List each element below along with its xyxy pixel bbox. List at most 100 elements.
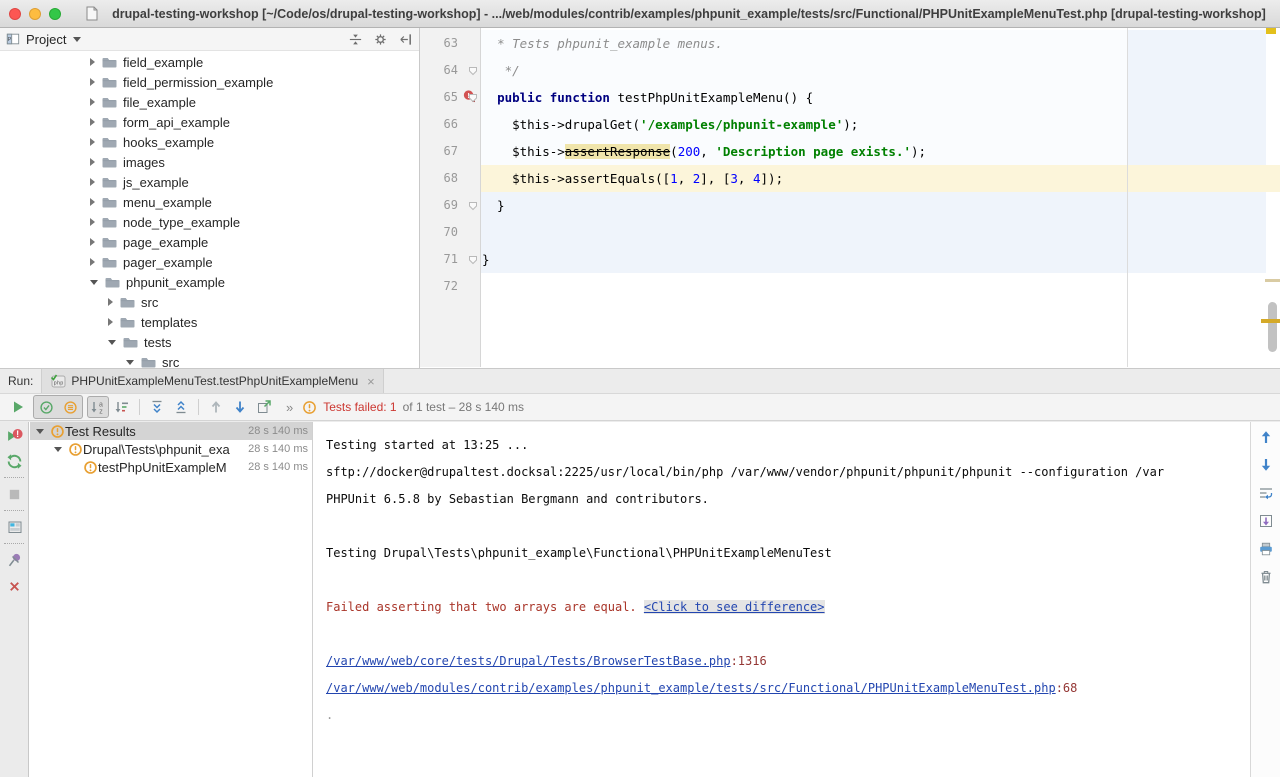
show-ignored-button[interactable] <box>59 396 81 418</box>
sort-alpha-button[interactable]: az <box>87 396 109 418</box>
console-line: . <box>326 702 1250 729</box>
console-link[interactable]: /var/www/web/core/tests/Drupal/Tests/Bro… <box>326 654 731 668</box>
clear-all-button[interactable] <box>1251 564 1280 590</box>
project-tree-item-tests[interactable]: tests <box>0 332 419 352</box>
chevron-down-icon[interactable] <box>126 360 134 365</box>
project-tree-item-field_permission_example[interactable]: field_permission_example <box>0 72 419 92</box>
error-stripe-file-status[interactable] <box>1266 28 1276 34</box>
scroll-end-button[interactable] <box>1251 508 1280 534</box>
project-tree-item-form_api_example[interactable]: form_api_example <box>0 112 419 132</box>
zoom-window-button[interactable] <box>49 8 61 20</box>
sort-duration-button[interactable] <box>111 396 133 418</box>
arrow-down-button[interactable] <box>1251 452 1280 478</box>
chevron-down-icon[interactable] <box>54 447 62 452</box>
close-window-button[interactable] <box>9 8 21 20</box>
fold-marker-icon[interactable] <box>468 66 478 76</box>
stop-button[interactable] <box>0 481 29 507</box>
project-tree-item-src[interactable]: src <box>0 292 419 312</box>
hide-panel-icon[interactable] <box>398 32 413 47</box>
chevron-right-icon[interactable] <box>90 178 95 186</box>
project-tree-item-node_type_example[interactable]: node_type_example <box>0 212 419 232</box>
import-results-button[interactable] <box>253 396 275 418</box>
code-editor[interactable]: * Tests phpunit_example menus. */ public… <box>420 28 1280 367</box>
test-tree-row[interactable]: Drupal\Tests\phpunit_exa28 s 140 ms <box>30 440 312 458</box>
chevron-right-icon[interactable] <box>108 298 113 306</box>
rerun-button[interactable] <box>7 396 29 418</box>
chevron-right-icon[interactable] <box>90 118 95 126</box>
chevron-right-icon[interactable] <box>90 198 95 206</box>
editor-scrollbar-thumb[interactable] <box>1268 302 1277 352</box>
code-line-72[interactable] <box>482 273 1280 300</box>
autotest-button[interactable] <box>0 448 29 474</box>
project-tree-item-file_example[interactable]: file_example <box>0 92 419 112</box>
project-tree-item-templates[interactable]: templates <box>0 312 419 332</box>
collapse-all-button[interactable] <box>170 396 192 418</box>
chevron-right-icon[interactable] <box>90 258 95 266</box>
scroll-from-source-icon[interactable] <box>348 32 363 47</box>
project-tree-item-page_example[interactable]: page_example <box>0 232 419 252</box>
chevron-down-icon[interactable] <box>108 340 116 345</box>
chevron-right-icon[interactable] <box>90 218 95 226</box>
run-tab[interactable]: php PHPUnitExampleMenuTest.testPhpUnitEx… <box>41 369 383 393</box>
project-tree-item-js_example[interactable]: js_example <box>0 172 419 192</box>
rerun-failed-button[interactable]: ! <box>0 422 29 448</box>
code-line-67[interactable]: $this->assertResponse(200, 'Description … <box>482 138 1280 165</box>
arrow-up-button[interactable] <box>1251 424 1280 450</box>
minimize-window-button[interactable] <box>29 8 41 20</box>
test-tree-row[interactable]: testPhpUnitExampleM28 s 140 ms <box>30 458 312 476</box>
project-tree-item-pager_example[interactable]: pager_example <box>0 252 419 272</box>
project-tree-item-phpunit_example[interactable]: phpunit_example <box>0 272 419 292</box>
project-tree-item-images[interactable]: images <box>0 152 419 172</box>
code-line-68[interactable]: $this->assertEquals([1, 2], [3, 4]); <box>482 165 1280 192</box>
project-tree-item-field_example[interactable]: field_example <box>0 52 419 72</box>
chevron-right-icon[interactable] <box>90 158 95 166</box>
code-line-69[interactable]: } <box>482 192 1280 219</box>
code-segment: , <box>700 144 715 159</box>
project-tree-item-hooks_example[interactable]: hooks_example <box>0 132 419 152</box>
code-line-66[interactable]: $this->drupalGet('/examples/phpunit-exam… <box>482 111 1280 138</box>
chevron-right-icon[interactable] <box>90 78 95 86</box>
close-red-button[interactable] <box>0 573 29 599</box>
show-passed-button[interactable] <box>35 396 57 418</box>
error-stripe-mark[interactable] <box>1265 279 1280 282</box>
code-line-63[interactable]: * Tests phpunit_example menus. <box>482 30 1280 57</box>
toolbar-overflow-chevrons[interactable]: » <box>286 400 294 415</box>
console-link[interactable]: /var/www/web/modules/contrib/examples/ph… <box>326 681 1056 695</box>
chevron-right-icon[interactable] <box>90 98 95 106</box>
expand-all-button[interactable] <box>146 396 168 418</box>
folder-icon <box>101 154 117 170</box>
code-line-64[interactable]: */ <box>482 57 1280 84</box>
error-stripe-mark[interactable] <box>1261 319 1280 323</box>
chevron-down-icon[interactable] <box>73 37 81 42</box>
error-badge-icon <box>50 424 65 439</box>
soft-wrap-button[interactable] <box>1251 480 1280 506</box>
test-name: Drupal\Tests\phpunit_exa <box>83 442 244 457</box>
chevron-down-icon[interactable] <box>36 429 44 434</box>
code-line-65[interactable]: public function testPhpUnitExampleMenu()… <box>482 84 1280 111</box>
project-tree-item-menu_example[interactable]: menu_example <box>0 192 419 212</box>
fold-marker-icon[interactable] <box>468 255 478 265</box>
console-link[interactable]: <Click to see difference> <box>644 600 825 614</box>
prev-failed-button[interactable] <box>205 396 227 418</box>
chevron-right-icon[interactable] <box>108 318 113 326</box>
line-number: 71 <box>420 252 458 266</box>
restore-layout-button[interactable] <box>0 514 29 540</box>
project-tree-item-src[interactable]: src <box>0 352 419 368</box>
test-tree-row[interactable]: Test Results28 s 140 ms <box>30 422 312 440</box>
fold-marker-icon[interactable] <box>468 201 478 211</box>
code-line-70[interactable] <box>482 219 1280 246</box>
project-view-selector[interactable]: Project <box>26 32 66 47</box>
print-button[interactable] <box>1251 536 1280 562</box>
chevron-right-icon[interactable] <box>90 58 95 66</box>
pin-button[interactable] <box>0 547 29 573</box>
chevron-right-icon[interactable] <box>90 238 95 246</box>
chevron-down-icon[interactable] <box>90 280 98 285</box>
folder-icon <box>101 234 117 250</box>
close-tab-icon[interactable]: × <box>367 374 375 389</box>
next-failed-button[interactable] <box>229 396 251 418</box>
fold-marker-icon[interactable] <box>468 93 478 103</box>
gear-icon[interactable] <box>373 32 388 47</box>
code-line-71[interactable]: } <box>482 246 1280 273</box>
test-name: Test Results <box>65 424 244 439</box>
chevron-right-icon[interactable] <box>90 138 95 146</box>
